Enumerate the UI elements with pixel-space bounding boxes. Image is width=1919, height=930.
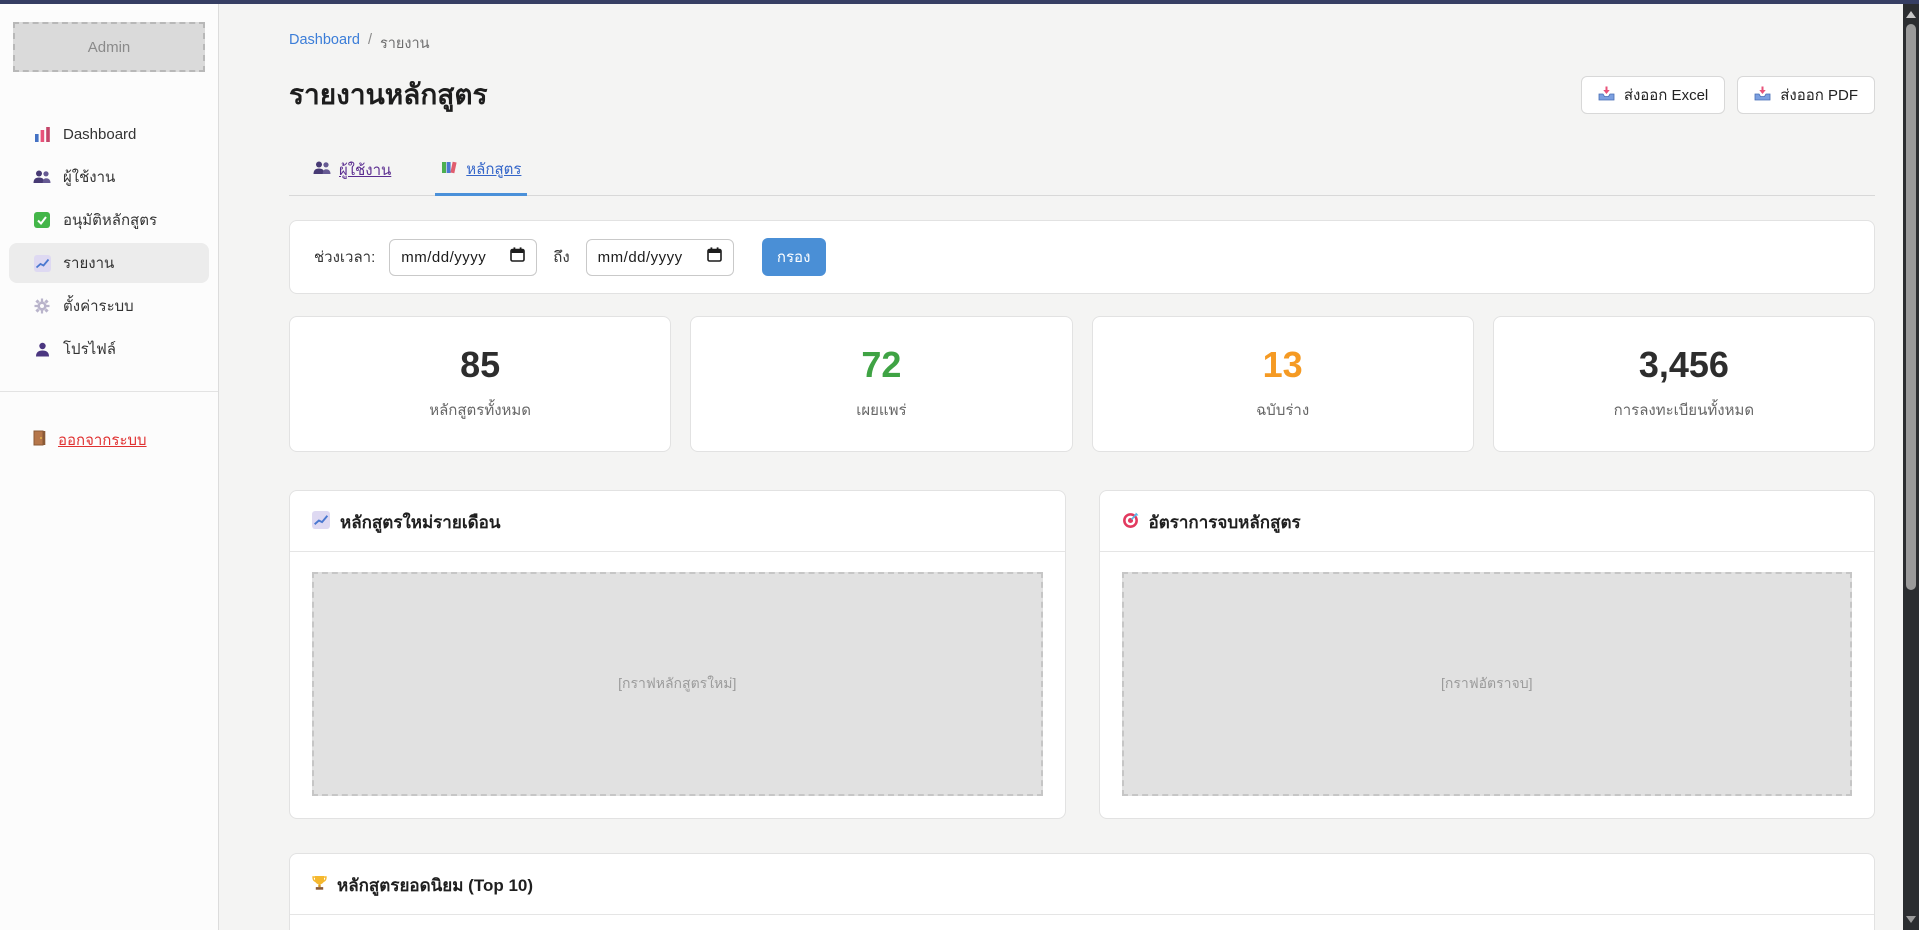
chart-card-title: หลักสูตรใหม่รายเดือน: [340, 509, 501, 536]
tab-label: หลักสูตร: [466, 157, 521, 181]
chart-card-header: หลักสูตรใหม่รายเดือน: [290, 491, 1065, 552]
sidebar-item-label: ผู้ใช้งาน: [63, 165, 115, 189]
page-title: รายงานหลักสูตร: [289, 73, 488, 117]
page-header: รายงานหลักสูตร ส่งออก Excel ส่งออก PDF: [289, 73, 1875, 117]
chart-card-header: อัตราการจบหลักสูตร: [1100, 491, 1875, 552]
chart-card-title: อัตราการจบหลักสูตร: [1149, 509, 1301, 536]
chart-body: [กราฟหลักสูตรใหม่]: [290, 552, 1065, 818]
books-icon: [441, 160, 458, 178]
brand-label: Admin: [88, 39, 131, 56]
export-excel-button[interactable]: ส่งออก Excel: [1581, 76, 1725, 114]
sidebar-item-label: ตั้งค่าระบบ: [63, 294, 134, 318]
sidebar-item-reports[interactable]: รายงาน: [9, 243, 209, 283]
date-to-value: mm/dd/yyyy: [598, 249, 683, 266]
stat-value: 72: [861, 347, 901, 383]
top-accent-bar: [0, 0, 1919, 4]
stat-value: 13: [1263, 347, 1303, 383]
stat-value: 85: [460, 347, 500, 383]
tab-label: ผู้ใช้งาน: [339, 158, 391, 182]
stat-card-published: 72 เผยแพร่: [690, 316, 1072, 452]
stat-card-total-courses: 85 หลักสูตรทั้งหมด: [289, 316, 671, 452]
logout-label: ออกจากระบบ: [58, 428, 147, 452]
brand-logo-placeholder: Admin: [13, 22, 205, 72]
sidebar-item-label: อนุมัติหลักสูตร: [63, 208, 157, 232]
sidebar-item-label: โปรไฟล์: [63, 337, 116, 361]
filter-to-label: ถึง: [553, 245, 569, 269]
stat-card-enrollments: 3,456 การลงทะเบียนทั้งหมด: [1493, 316, 1875, 452]
scrollbar-down-arrow-icon[interactable]: [1906, 916, 1916, 923]
chart-body: [กราฟอัตราจบ]: [1100, 552, 1875, 818]
breadcrumb-current: รายงาน: [380, 32, 430, 55]
logout-link[interactable]: ออกจากระบบ: [9, 428, 209, 452]
popular-card-header: หลักสูตรยอดนิยม (Top 10): [290, 854, 1874, 915]
chart-placeholder-text: [กราฟอัตราจบ]: [1441, 673, 1533, 695]
chart-placeholder-new-courses: [กราฟหลักสูตรใหม่]: [312, 572, 1043, 796]
popular-card-body: [290, 915, 1874, 930]
users-icon: [33, 170, 51, 184]
export-pdf-label: ส่งออก PDF: [1780, 83, 1858, 107]
breadcrumb-dashboard-link[interactable]: Dashboard: [289, 32, 360, 55]
app-window: Admin Dashboard ผู้ใช้งาน อนุมัติหลักสูต…: [0, 4, 1903, 930]
chart-card-new-courses: หลักสูตรใหม่รายเดือน [กราฟหลักสูตรใหม่]: [289, 490, 1066, 819]
popular-card-title: หลักสูตรยอดนิยม (Top 10): [337, 872, 533, 899]
main-content: Dashboard / รายงาน รายงานหลักสูตร ส่งออก…: [219, 4, 1903, 930]
sidebar-divider: [0, 391, 218, 392]
breadcrumb-separator: /: [368, 32, 372, 55]
breadcrumb: Dashboard / รายงาน: [289, 32, 1875, 55]
line-chart-icon: [33, 255, 51, 272]
check-icon: [33, 212, 51, 228]
scrollbar-thumb[interactable]: [1906, 24, 1916, 590]
chart-cards: หลักสูตรใหม่รายเดือน [กราฟหลักสูตรใหม่] …: [289, 490, 1875, 819]
sidebar-item-dashboard[interactable]: Dashboard: [9, 114, 209, 154]
sidebar-item-label: รายงาน: [63, 251, 114, 275]
popular-courses-card: หลักสูตรยอดนิยม (Top 10): [289, 853, 1875, 930]
stat-label: หลักสูตรทั้งหมด: [429, 398, 531, 422]
sidebar-nav: Dashboard ผู้ใช้งาน อนุมัติหลักสูตร รายง…: [0, 114, 218, 369]
bar-chart-icon: [33, 126, 51, 143]
person-icon: [33, 342, 51, 357]
chart-placeholder-text: [กราฟหลักสูตรใหม่]: [618, 673, 736, 695]
sidebar-item-settings[interactable]: ตั้งค่าระบบ: [9, 286, 209, 326]
download-tray-icon: [1754, 86, 1771, 105]
chart-placeholder-completion-rate: [กราฟอัตราจบ]: [1122, 572, 1853, 796]
scrollbar-up-arrow-icon[interactable]: [1906, 11, 1916, 18]
stat-label: ฉบับร่าง: [1256, 398, 1309, 422]
filter-submit-button[interactable]: กรอง: [762, 238, 826, 276]
stat-label: เผยแพร่: [856, 398, 906, 422]
target-icon: [1122, 512, 1139, 534]
calendar-icon[interactable]: [707, 247, 722, 267]
report-tabs: ผู้ใช้งาน หลักสูตร: [289, 147, 1875, 196]
sidebar-item-profile[interactable]: โปรไฟล์: [9, 329, 209, 369]
trophy-icon: [312, 875, 327, 896]
calendar-icon[interactable]: [510, 247, 525, 267]
stat-label: การลงทะเบียนทั้งหมด: [1614, 398, 1754, 422]
window-scrollbar[interactable]: [1903, 4, 1919, 930]
tab-users[interactable]: ผู้ใช้งาน: [307, 147, 397, 195]
line-chart-icon: [312, 511, 330, 534]
tab-courses[interactable]: หลักสูตร: [435, 147, 527, 196]
stat-value: 3,456: [1639, 347, 1729, 383]
date-to-input[interactable]: mm/dd/yyyy: [586, 239, 734, 276]
gear-icon: [33, 298, 51, 314]
filter-bar: ช่วงเวลา: mm/dd/yyyy ถึง mm/dd/yyyy กรอง: [289, 220, 1875, 294]
sidebar: Admin Dashboard ผู้ใช้งาน อนุมัติหลักสูต…: [0, 4, 219, 930]
stat-card-drafts: 13 ฉบับร่าง: [1092, 316, 1474, 452]
sidebar-item-users[interactable]: ผู้ใช้งาน: [9, 157, 209, 197]
sidebar-item-approve-courses[interactable]: อนุมัติหลักสูตร: [9, 200, 209, 240]
users-icon: [313, 161, 331, 179]
export-buttons: ส่งออก Excel ส่งออก PDF: [1581, 76, 1875, 114]
filter-label: ช่วงเวลา:: [314, 245, 375, 269]
export-pdf-button[interactable]: ส่งออก PDF: [1737, 76, 1875, 114]
date-from-value: mm/dd/yyyy: [401, 249, 486, 266]
download-tray-icon: [1598, 86, 1615, 105]
stat-cards: 85 หลักสูตรทั้งหมด 72 เผยแพร่ 13 ฉบับร่า…: [289, 316, 1875, 452]
sidebar-item-label: Dashboard: [63, 126, 136, 143]
export-excel-label: ส่งออก Excel: [1624, 83, 1708, 107]
door-icon: [33, 430, 46, 450]
date-from-input[interactable]: mm/dd/yyyy: [389, 239, 537, 276]
chart-card-completion-rate: อัตราการจบหลักสูตร [กราฟอัตราจบ]: [1099, 490, 1876, 819]
